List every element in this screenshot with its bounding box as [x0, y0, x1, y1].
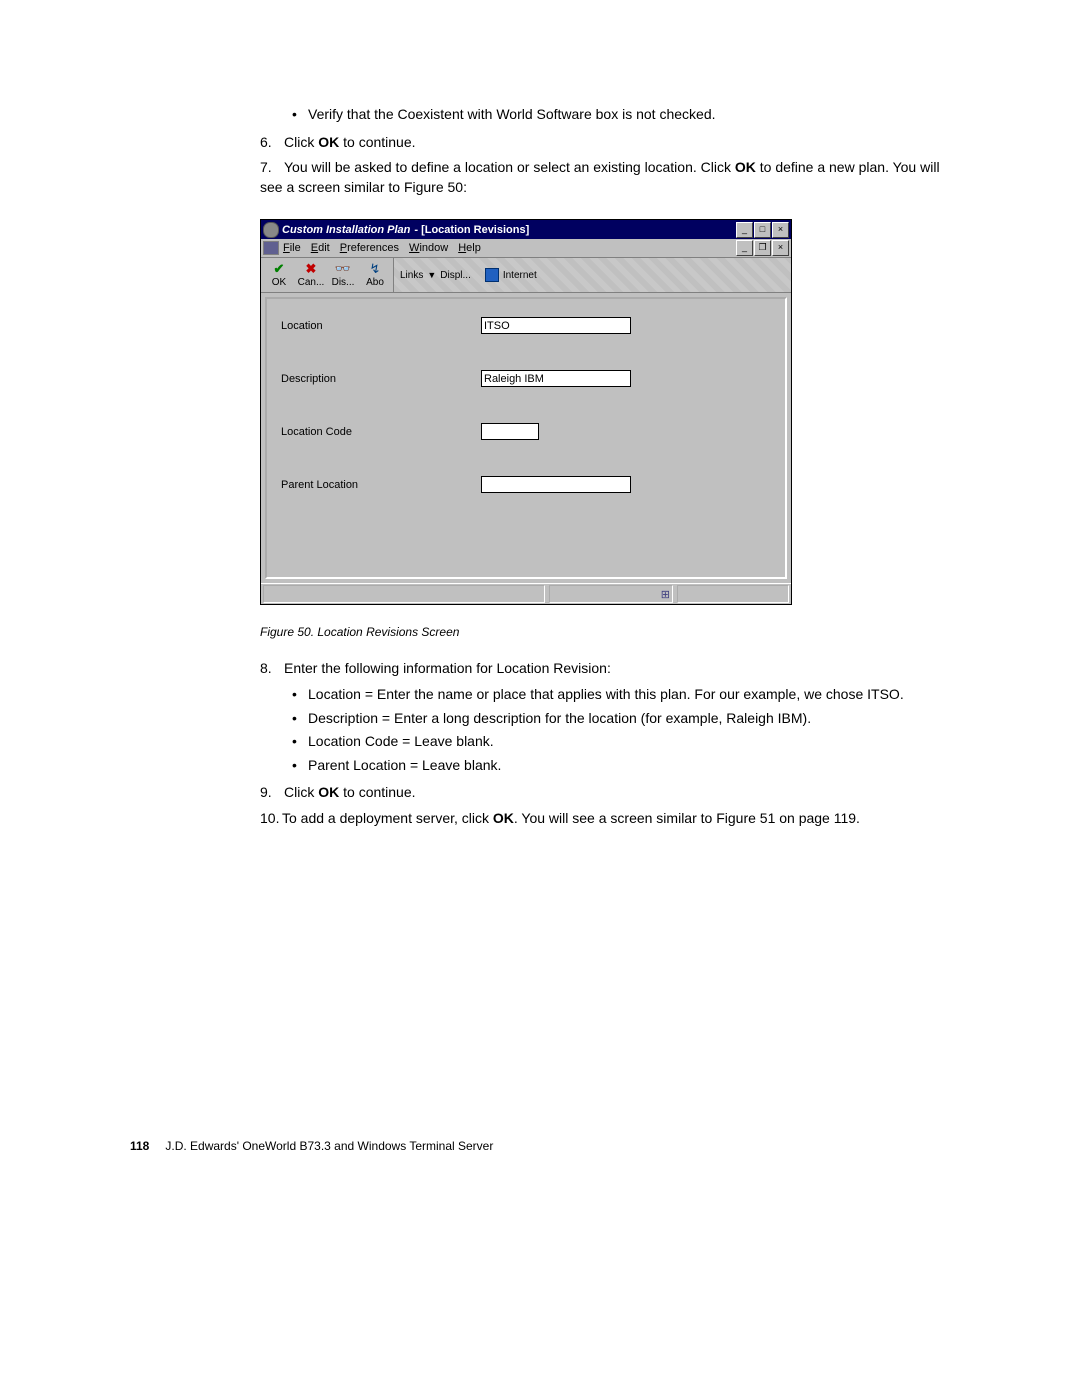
menu-file[interactable]: File [283, 242, 301, 254]
binoculars-icon: 👓 [335, 261, 351, 277]
bullet-text: Description = Enter a long description f… [288, 709, 940, 729]
locationcode-input[interactable] [481, 423, 539, 440]
step-number: 9. [260, 783, 284, 803]
step-7: 7.You will be asked to define a location… [260, 158, 940, 197]
bullet-text: Verify that the Coexistent with World So… [288, 105, 940, 125]
x-icon: ✖ [306, 261, 317, 277]
form-panel: Location Description Location Code Paren… [265, 297, 787, 579]
step-number: 10. [260, 809, 282, 829]
location-label: Location [281, 320, 481, 332]
step-text: You will be asked to define a location o… [260, 159, 940, 195]
page-number: 118 [130, 1139, 149, 1153]
figure-caption: Figure 50. Location Revisions Screen [260, 625, 950, 639]
internet-icon [485, 268, 499, 282]
step-number: 6. [260, 133, 284, 153]
location-input[interactable] [481, 317, 631, 334]
description-input[interactable] [481, 370, 631, 387]
step-10: 10.To add a deployment server, click OK.… [260, 809, 940, 829]
menu-edit[interactable]: Edit [311, 242, 330, 254]
mdi-icon [263, 241, 279, 255]
toolbar-links-label: Links [400, 270, 423, 281]
page-footer: 118 J.D. Edwards' OneWorld B73.3 and Wind… [130, 1129, 950, 1153]
window-title-bold: - [Location Revisions] [414, 224, 529, 236]
mdi-restore-button[interactable]: ❐ [754, 240, 771, 256]
chevron-down-icon[interactable]: ▼ [427, 270, 436, 280]
toolbar-internet-link[interactable]: Internet [503, 270, 537, 281]
screenshot-window: Custom Installation Plan - [Location Rev… [260, 219, 792, 605]
menu-preferences[interactable]: Preferences [340, 242, 399, 254]
footer-text: J.D. Edwards' OneWorld B73.3 and Windows… [165, 1139, 493, 1153]
parentlocation-input[interactable] [481, 476, 631, 493]
step-text: To add a deployment server, click OK. Yo… [282, 810, 860, 826]
window-title-italic: Custom Installation Plan [282, 224, 410, 236]
description-label: Description [281, 373, 481, 385]
mdi-minimize-button[interactable]: _ [736, 240, 753, 256]
display-button[interactable]: 👓 Dis... [327, 259, 359, 291]
step-6: 6.Click OK to continue. [260, 133, 940, 153]
step-text: Enter the following information for Loca… [284, 660, 611, 676]
step-text: Click OK to continue. [284, 134, 416, 150]
menu-help[interactable]: Help [458, 242, 481, 254]
mdi-close-button[interactable]: × [772, 240, 789, 256]
minimize-button[interactable]: _ [736, 222, 753, 238]
app-icon [263, 222, 279, 238]
about-button[interactable]: ↯ Abo [359, 259, 391, 291]
ok-button[interactable]: ✔ OK [263, 259, 295, 291]
bullet-text: Location = Enter the name or place that … [288, 685, 940, 705]
step-9: 9.Click OK to continue. [260, 783, 940, 803]
menu-window[interactable]: Window [409, 242, 448, 254]
cancel-button[interactable]: ✖ Can... [295, 259, 327, 291]
close-button[interactable]: × [772, 222, 789, 238]
arrow-icon: ↯ [370, 261, 381, 277]
step-8: 8.Enter the following information for Lo… [260, 659, 940, 679]
locationcode-label: Location Code [281, 426, 481, 438]
titlebar: Custom Installation Plan - [Location Rev… [261, 220, 791, 239]
step-number: 8. [260, 659, 284, 679]
bullet-text: Parent Location = Leave blank. [288, 756, 940, 776]
bullet-text: Location Code = Leave blank. [288, 732, 940, 752]
parentlocation-label: Parent Location [281, 479, 481, 491]
maximize-button[interactable]: □ [754, 222, 771, 238]
toolbar: ✔ OK ✖ Can... 👓 Dis... ↯ Abo Links ▼ [261, 258, 791, 292]
menubar: File Edit Preferences Window Help _ ❐ × [261, 239, 791, 258]
statusbar: ⊞ [261, 583, 791, 604]
statusbar-icon: ⊞ [661, 588, 670, 601]
check-icon: ✔ [274, 261, 285, 277]
step-text: Click OK to continue. [284, 784, 416, 800]
step-number: 7. [260, 158, 284, 178]
toolbar-displ-link[interactable]: Displ... [440, 270, 471, 281]
